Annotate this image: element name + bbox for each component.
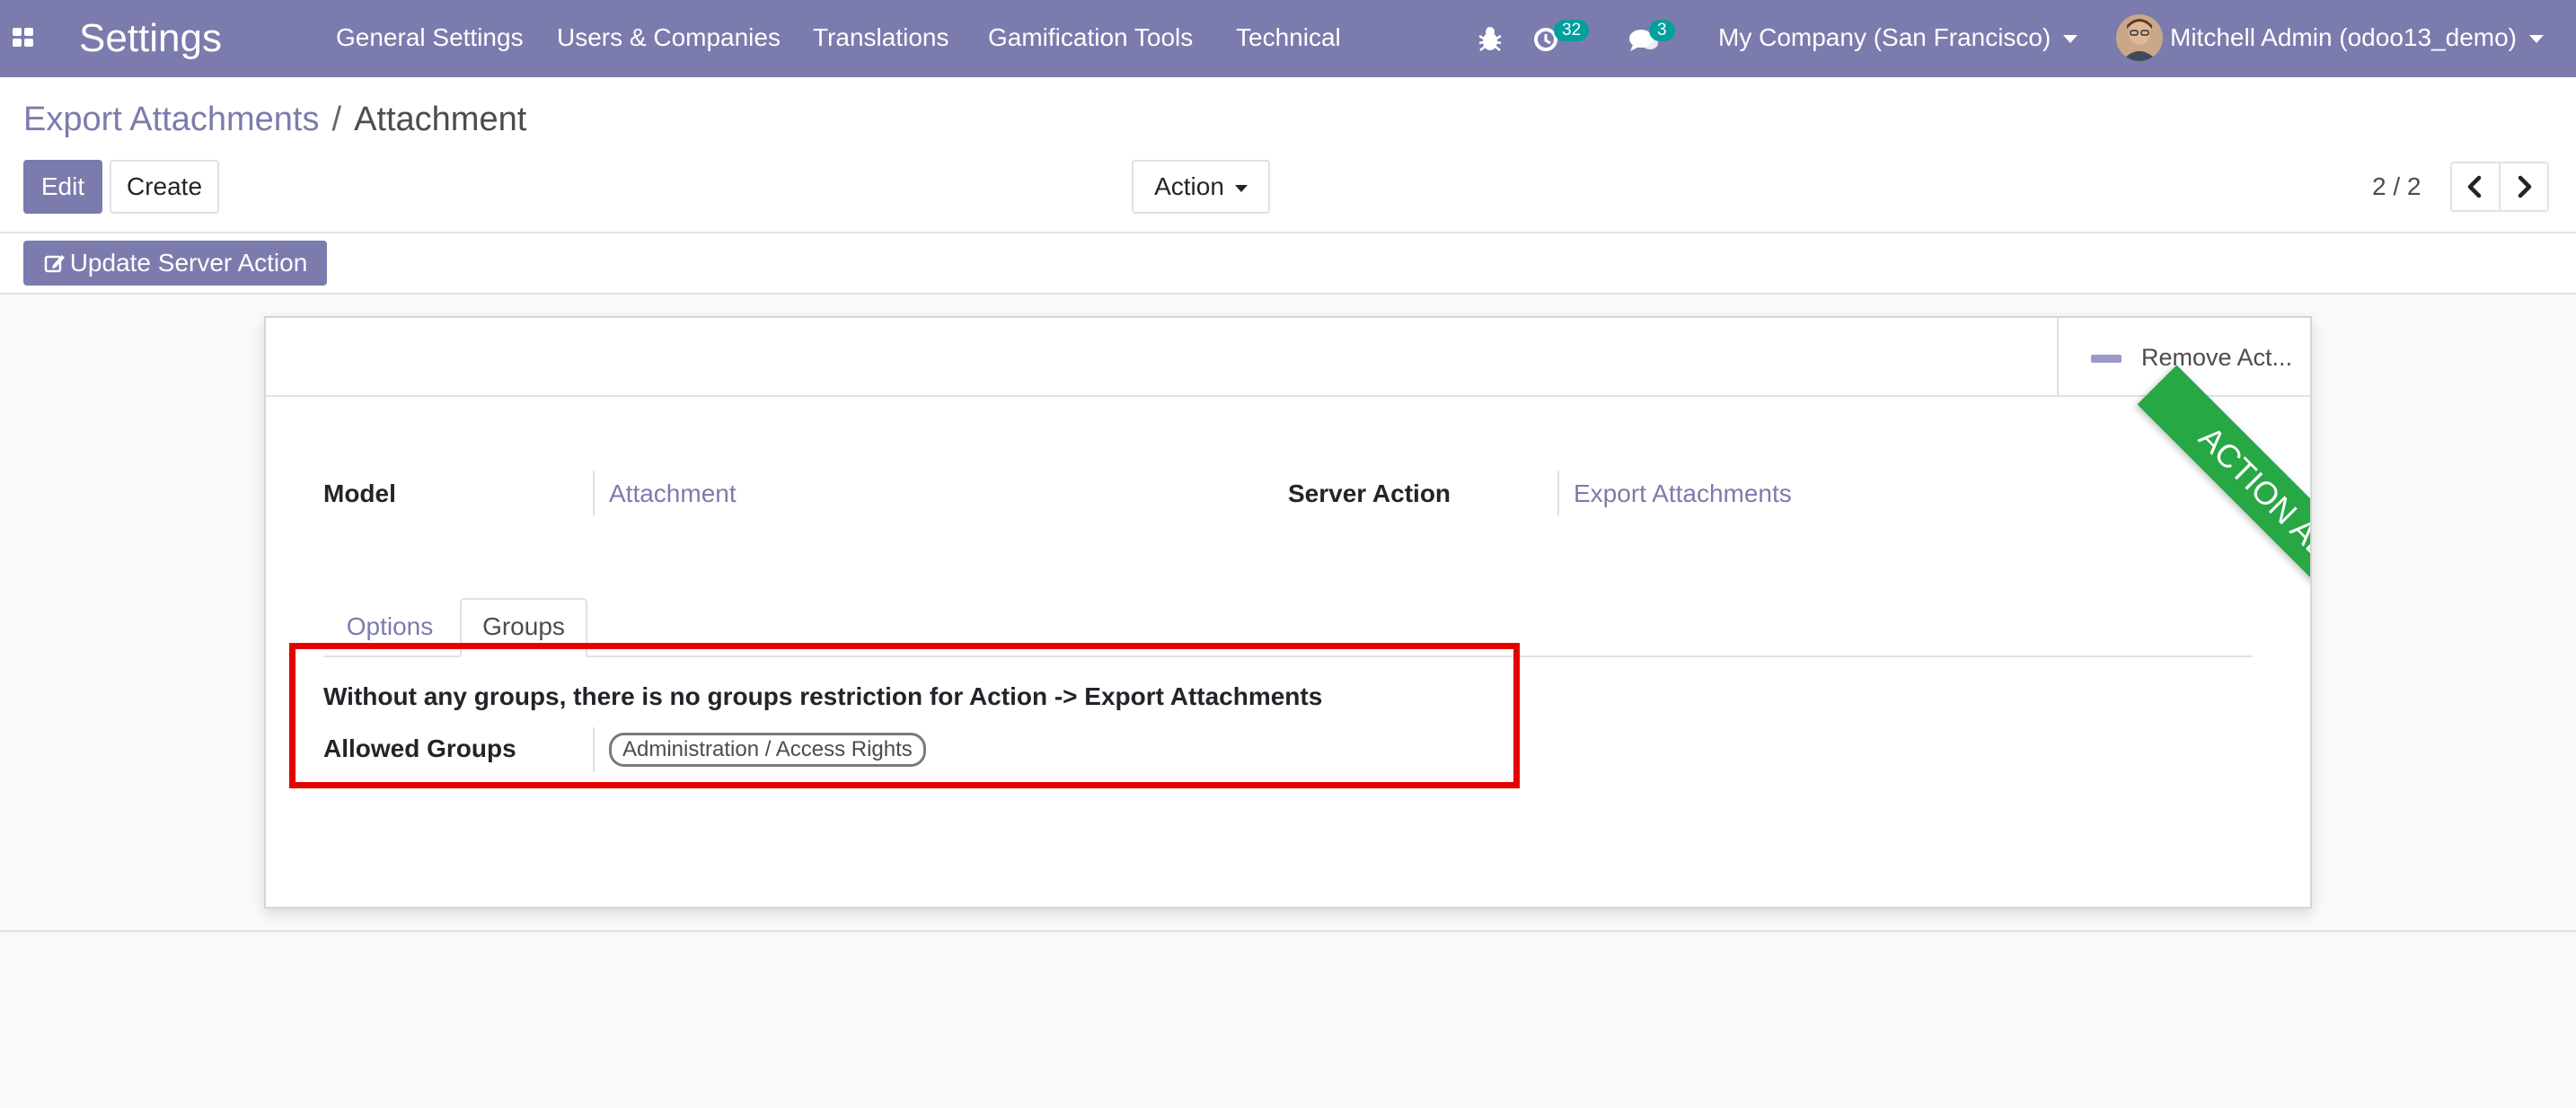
action-dropdown-label: Action [1154,172,1224,200]
avatar[interactable] [2116,14,2163,61]
bug-icon[interactable] [1477,23,1504,54]
update-server-action-button[interactable]: Update Server Action [23,241,327,286]
form-statusbar: Update Server Action [0,233,2576,295]
model-label: Model [323,479,396,507]
breadcrumb-current: Attachment [354,101,527,138]
chevron-left-icon [2467,175,2482,198]
menu-translations[interactable]: Translations [813,22,948,54]
user-menu[interactable]: Mitchell Admin (odoo13_demo) [2170,22,2544,54]
message-count-badge: 3 [1649,20,1675,41]
edit-square-icon [44,255,65,273]
breadcrumb-parent-link[interactable]: Export Attachments [23,101,320,138]
create-button[interactable]: Create [110,160,219,214]
caret-down-icon [2063,35,2078,44]
button-box: Remove Act... [266,318,2310,397]
pager-value: 2 / 2 [2372,172,2422,200]
pager-previous-button[interactable] [2450,162,2501,212]
pager-next-button[interactable] [2499,162,2549,212]
divider [1557,470,1559,515]
company-switcher[interactable]: My Company (San Francisco) [1718,22,2078,54]
menu-gamification-tools[interactable]: Gamification Tools [988,22,1193,54]
remove-action-label: Remove Act... [2141,344,2293,371]
minus-icon [2091,355,2122,364]
caret-down-icon [2528,35,2544,44]
action-dropdown[interactable]: Action [1132,160,1270,214]
server-action-label: Server Action [1288,479,1451,507]
breadcrumb-separator: / [331,101,342,138]
user-name: Mitchell Admin (odoo13_demo) [2170,23,2517,51]
model-value-link[interactable]: Attachment [609,478,737,510]
menu-technical[interactable]: Technical [1236,22,1341,54]
form-content: Remove Act... ACTION ADDED Model Attachm… [0,295,2576,932]
server-action-value-link[interactable]: Export Attachments [1574,478,1792,510]
app-title: Settings [79,16,222,60]
highlight-box [289,643,1520,788]
top-navbar: Settings General Settings Users & Compan… [0,0,2576,77]
form-sheet: Remove Act... ACTION ADDED Model Attachm… [264,316,2312,909]
company-name: My Company (San Francisco) [1718,23,2051,51]
action-added-ribbon: ACTION ADDED [2137,365,2310,672]
chevron-right-icon [2518,175,2532,198]
apps-grid-icon[interactable] [13,28,36,51]
breadcrumb: Export Attachments / Attachment [23,99,526,140]
menu-users-companies[interactable]: Users & Companies [557,22,781,54]
control-panel: Export Attachments / Attachment Edit Creat… [0,77,2576,233]
divider [593,470,595,515]
menu-general-settings[interactable]: General Settings [336,22,524,54]
activity-count-badge: 32 [1554,20,1590,41]
update-server-action-label: Update Server Action [69,249,308,277]
caret-down-icon [1234,184,1248,192]
edit-button[interactable]: Edit [23,160,102,214]
